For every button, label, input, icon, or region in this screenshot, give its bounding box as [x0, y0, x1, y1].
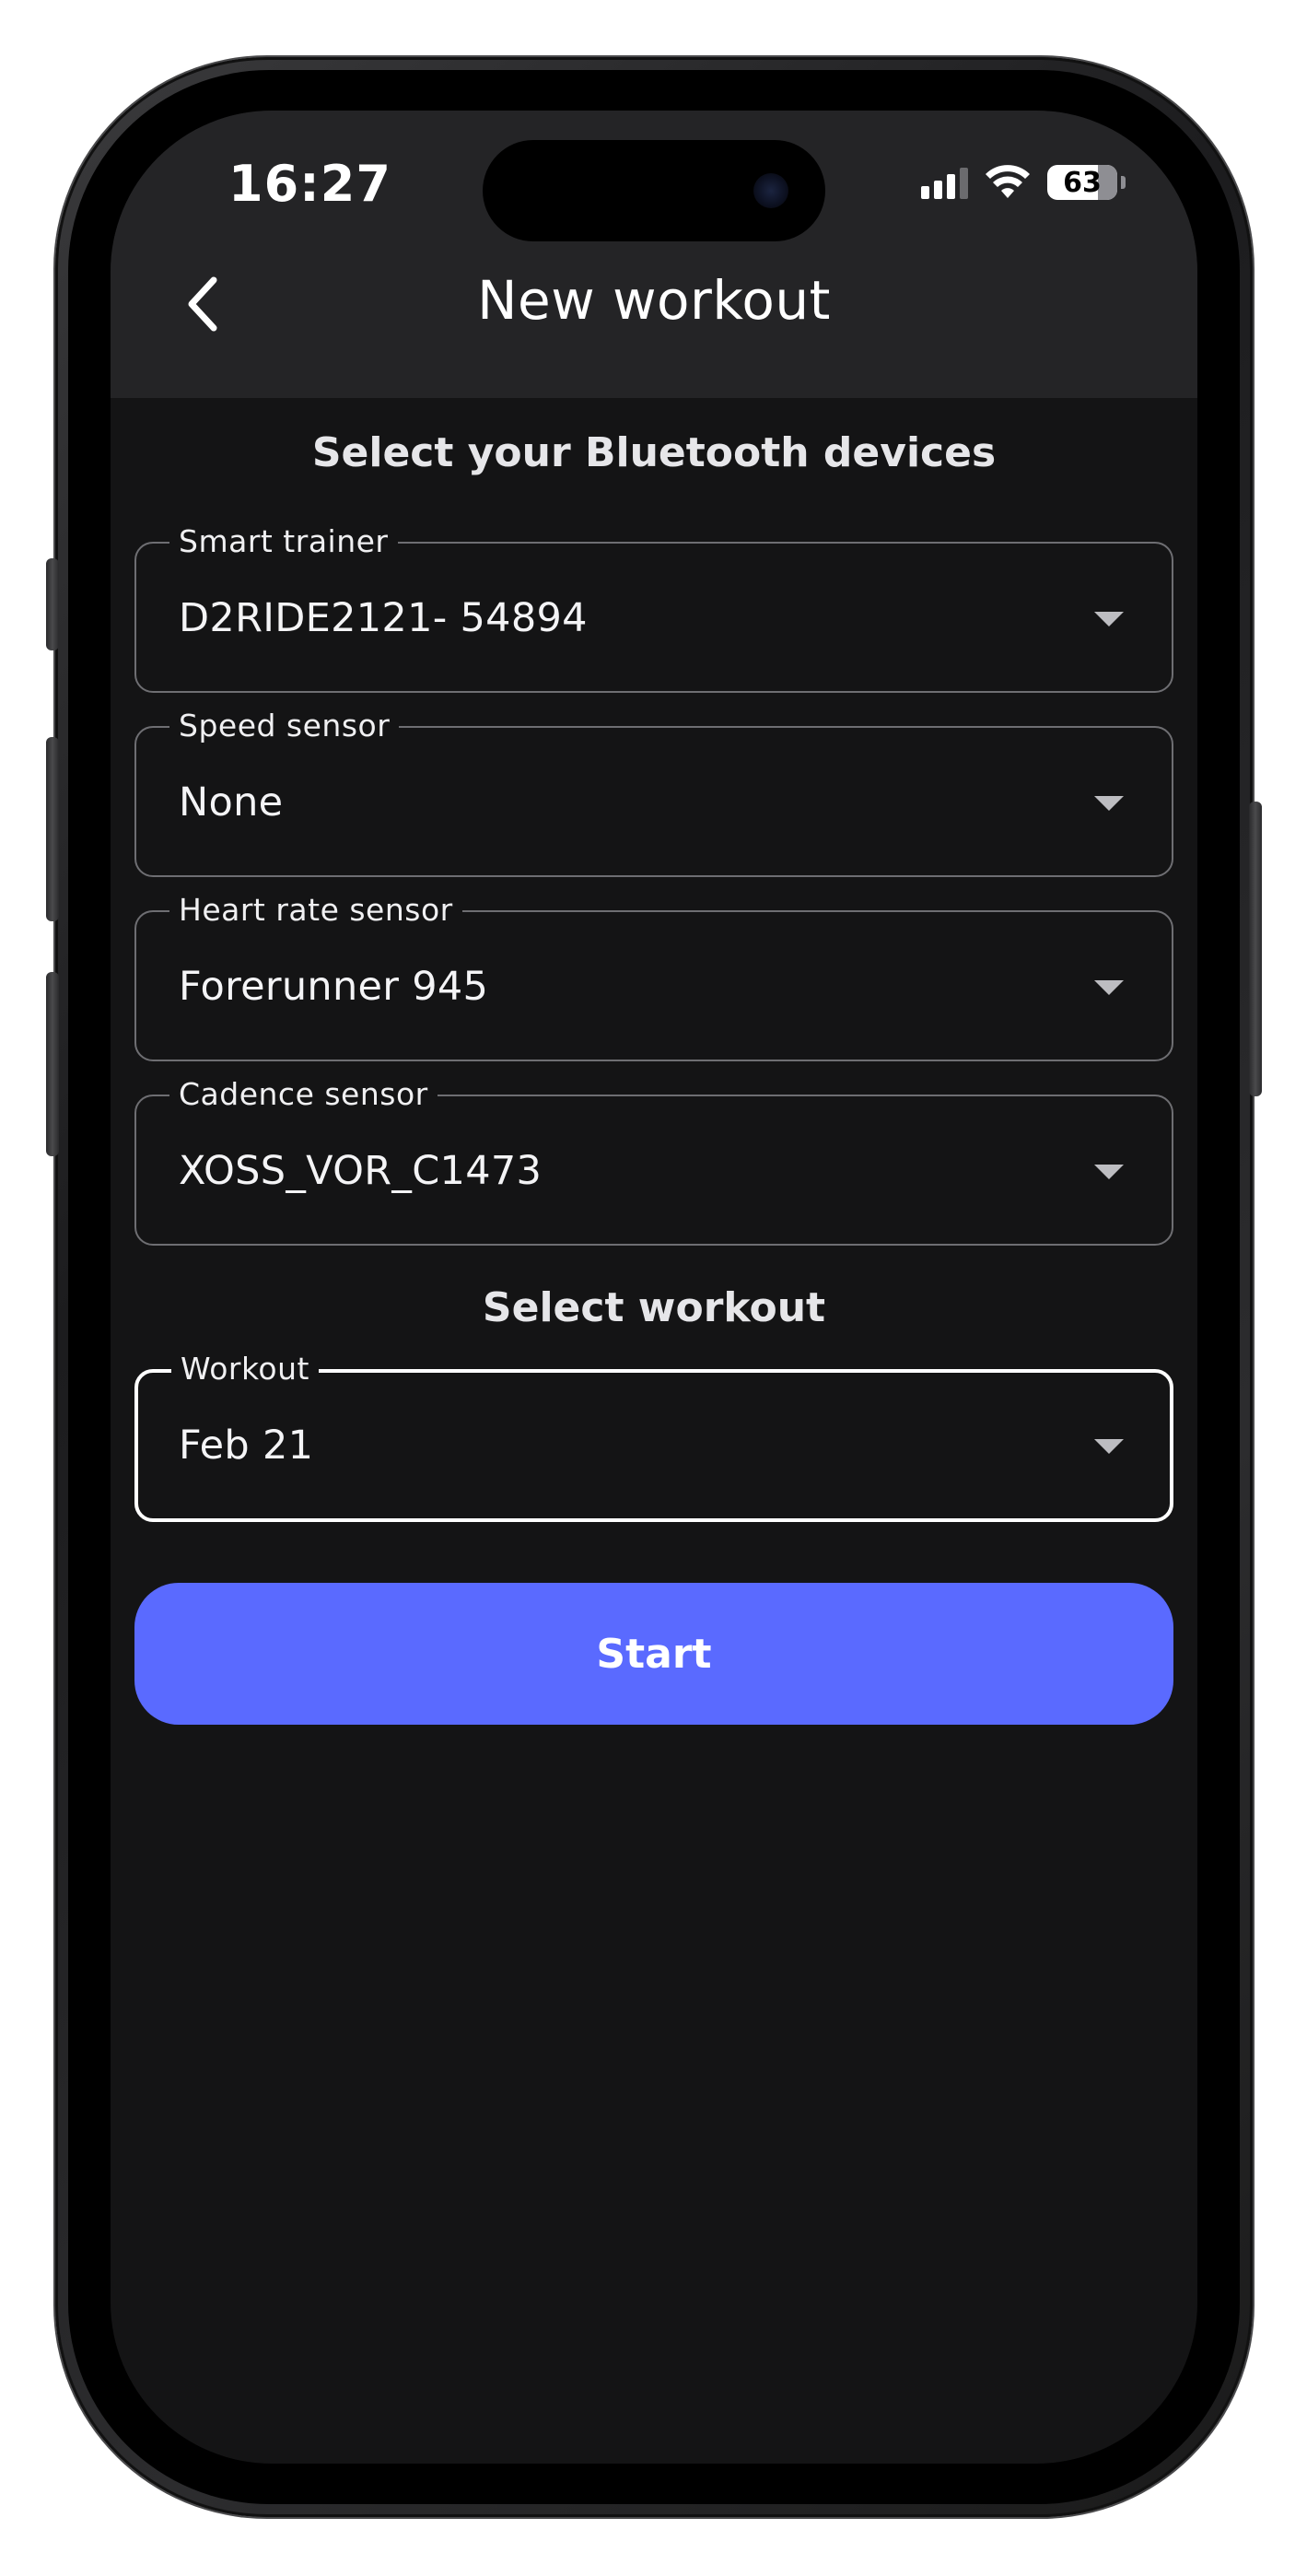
heart-rate-sensor-select[interactable]: Heart rate sensor Forerunner 945 — [134, 892, 1173, 1061]
dropdown-arrow-icon — [1094, 612, 1124, 626]
cadence-sensor-select[interactable]: Cadence sensor XOSS_VOR_C1473 — [134, 1076, 1173, 1246]
volume-up-button — [46, 737, 59, 921]
page-title: New workout — [477, 269, 831, 332]
power-button — [1249, 802, 1262, 1096]
battery-icon: 63 — [1047, 165, 1117, 200]
app-screen: 16:27 63 New workout Select your Bluetoo… — [111, 111, 1197, 2464]
battery-level: 63 — [1063, 166, 1102, 199]
dynamic-island — [483, 140, 825, 241]
dropdown-arrow-icon — [1094, 796, 1124, 811]
volume-down-button — [46, 972, 59, 1156]
dropdown-arrow-icon — [1094, 1439, 1124, 1454]
dropdown-arrow-icon — [1094, 1165, 1124, 1179]
smart-trainer-select[interactable]: Smart trainer D2RIDE2121- 54894 — [134, 523, 1173, 693]
speed-sensor-label: Speed sensor — [169, 708, 400, 744]
cadence-sensor-label: Cadence sensor — [169, 1076, 438, 1113]
workout-select[interactable]: Workout Feb 21 — [134, 1351, 1173, 1522]
status-time: 16:27 — [228, 155, 391, 213]
cellular-signal-icon — [921, 166, 968, 199]
battery-nub — [1121, 176, 1126, 189]
heart-rate-sensor-value: Forerunner 945 — [179, 964, 489, 1010]
workout-label: Workout — [171, 1351, 319, 1388]
heart-rate-sensor-label: Heart rate sensor — [169, 892, 462, 929]
speed-sensor-select[interactable]: Speed sensor None — [134, 708, 1173, 877]
cadence-sensor-value: XOSS_VOR_C1473 — [179, 1148, 543, 1194]
workout-value: Feb 21 — [179, 1423, 314, 1469]
devices-section-title: Select your Bluetooth devices — [311, 429, 997, 476]
wifi-icon — [986, 165, 1030, 198]
smart-trainer-value: D2RIDE2121- 54894 — [179, 595, 588, 641]
start-button[interactable]: Start — [134, 1583, 1173, 1725]
action-button — [46, 558, 59, 650]
speed-sensor-value: None — [179, 779, 284, 825]
dropdown-arrow-icon — [1094, 980, 1124, 995]
smart-trainer-label: Smart trainer — [169, 523, 398, 560]
front-camera-icon — [753, 173, 788, 208]
workout-section-title: Select workout — [482, 1284, 826, 1331]
status-icons: 63 — [921, 164, 1126, 201]
